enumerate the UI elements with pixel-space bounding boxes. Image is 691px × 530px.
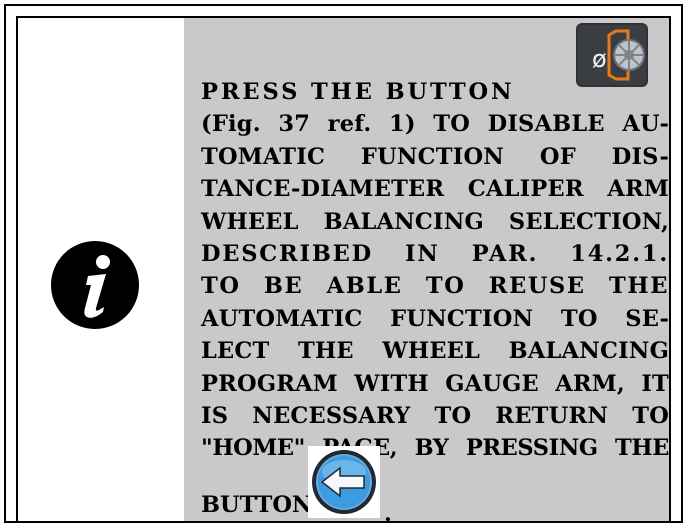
text-line: TANCE-DIAMETER CALIPER ARM bbox=[201, 176, 669, 203]
instruction-text: PRESS THE BUTTON (Fig. 37 ref. 1) TO DIS… bbox=[201, 76, 669, 465]
message-panel: ø PRESS THE BUTTON (Fig. 37 ref. 1) TO D… bbox=[184, 18, 669, 527]
period: . bbox=[384, 501, 392, 527]
text-line: PRESS THE BUTTON bbox=[201, 79, 515, 105]
svg-text:ø: ø bbox=[592, 45, 607, 73]
text-line: TO BE ABLE TO REUSE THE bbox=[201, 273, 669, 300]
info-icon-column bbox=[18, 18, 184, 521]
text-line: DESCRIBED IN PAR. 14.2.1. bbox=[201, 241, 669, 268]
button-label: BUTTON bbox=[201, 492, 313, 518]
info-icon bbox=[51, 241, 139, 329]
text-line: AUTOMATIC FUNCTION TO SE- bbox=[201, 305, 669, 332]
document-frame: ø PRESS THE BUTTON (Fig. 37 ref. 1) TO D… bbox=[4, 4, 683, 527]
text-line: PROGRAM WITH GAUGE ARM, IT bbox=[201, 370, 669, 397]
text-line: "HOME" PAGE, BY PRESSING THE bbox=[201, 435, 669, 462]
text-line: LECT THE WHEEL BALANCING bbox=[201, 338, 669, 365]
text-line: TOMATIC FUNCTION OF DIS- bbox=[201, 143, 669, 170]
info-box: ø PRESS THE BUTTON (Fig. 37 ref. 1) TO D… bbox=[16, 16, 671, 527]
back-arrow-button-icon[interactable] bbox=[308, 446, 380, 518]
text-line: WHEEL BALANCING SELECTION, bbox=[201, 208, 669, 235]
text-line: (Fig. 37 ref. 1) TO DISABLE AU- bbox=[201, 111, 669, 138]
text-line: IS NECESSARY TO RETURN TO bbox=[201, 403, 669, 430]
